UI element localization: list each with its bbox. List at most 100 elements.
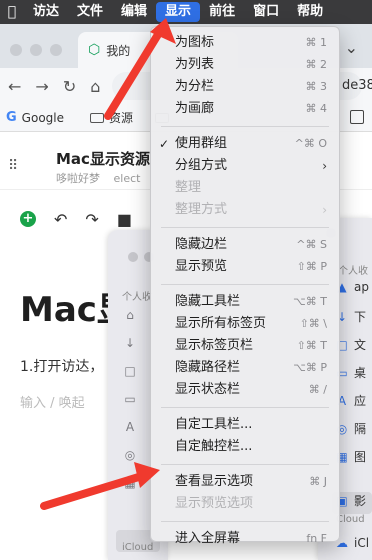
doc-paragraph: 1.打开访达， [20,359,104,375]
redo-icon[interactable]: ↷ [85,210,98,229]
menu-separator [161,284,329,285]
undo-icon[interactable]: ↶ [54,210,67,229]
view-menu-item: 整理 [151,177,339,199]
home-icon[interactable]: ⌂ [90,77,100,96]
format-painter-icon[interactable]: ■ [117,210,132,229]
folder-icon [90,112,104,123]
doc-meta: 哆啦好梦 elect [56,170,150,186]
menu-item-shortcut: ⌥⌘ T [293,295,327,308]
sidebar-item[interactable]: ◎ 隔 [336,420,366,437]
menu-separator [161,126,329,127]
doc-title: Mac显示资源 [56,150,150,168]
sidebar-item[interactable]: A 应 [336,392,366,409]
view-menu-dropdown: 为图标 ⌘ 1 为列表 ⌘ 2 为分栏 ⌘ 3 为画廊 ⌘ 4 ✓ 使用群组 ^⌘ O 分组方式 › 整理… [150,26,340,546]
apps-grid-icon[interactable]: ⠿ [8,158,18,174]
menu-separator [161,464,329,465]
menu-view[interactable]: 显示 [156,2,201,22]
home-folder-icon[interactable]: ⌂ [122,308,138,324]
airdrop-icon[interactable]: ◎ [122,448,138,464]
sidebar-section-label: 个人收 [122,292,152,303]
reload-icon[interactable]: ↻ [63,77,76,96]
view-menu-item: 整理方式 › [151,199,339,221]
menu-item-shortcut: ⌘ / [308,383,327,396]
sidebar-item[interactable]: ▦ 图 [336,448,366,465]
menu-separator [161,227,329,228]
menu-window[interactable]: 窗口 [244,0,288,24]
menu-item-label: 整理 [175,180,202,195]
tab-search-icon[interactable]: ⌄ [345,38,358,57]
menu-item-shortcut: ⌘ J [309,475,327,488]
view-menu-item[interactable]: 为图标 ⌘ 1 [151,32,339,54]
menu-item-shortcut: ⌘ 3 [305,80,328,93]
bookmark-resources[interactable]: 资源 [84,109,133,126]
view-menu-item[interactable]: 显示状态栏 ⌘ / [151,379,339,401]
bookmark-google[interactable]: G Google [0,110,64,125]
menu-go[interactable]: 前往 [200,0,244,24]
view-menu-item[interactable]: 隐藏边栏 ^⌘ S [151,234,339,256]
view-menu-item[interactable]: 自定工具栏... [151,414,339,436]
menu-finder[interactable]: 访达 [24,0,68,24]
minimize-window-button[interactable] [30,44,42,56]
view-menu-item[interactable]: 查看显示选项 ⌘ J [151,471,339,493]
reading-list-icon[interactable] [350,110,364,124]
sidebar-item[interactable]: □ 文 [336,336,366,353]
menu-item-label: 显示标签页栏 [175,338,254,353]
sidebar-item[interactable]: ▣ 影 [336,492,366,509]
menu-file[interactable]: 文件 [68,0,112,24]
sidebar-item-label: 文 [354,338,367,352]
sidebar-item-icloud[interactable]: ☁ iCl [336,536,369,550]
pictures-icon[interactable]: ▦ [122,476,138,492]
sidebar-item[interactable]: ▭ 桌 [336,364,366,381]
view-menu-item[interactable]: 隐藏路径栏 ⌥⌘ P [151,357,339,379]
menu-item-label: 自定触控栏... [175,439,253,454]
close-window-button[interactable] [128,252,138,262]
menu-item-shortcut: ⌥⌘ P [293,361,327,374]
back-icon[interactable]: ← [8,77,21,96]
insert-plus-button[interactable]: + [20,211,36,227]
view-menu-item[interactable]: 分组方式 › [151,155,339,177]
menu-item-label: 为画廊 [175,101,215,116]
view-menu-item[interactable]: 为分栏 ⌘ 3 [151,76,339,98]
view-menu-item[interactable]: 为列表 ⌘ 2 [151,54,339,76]
view-menu-item[interactable]: 自定触控栏... [151,436,339,458]
doc-input-placeholder[interactable]: 输入 / 唤起 [20,392,85,411]
menu-item-label: 使用群组 [175,136,228,151]
view-menu-item[interactable]: 隐藏工具栏 ⌥⌘ T [151,291,339,313]
apple-icon[interactable]:  [0,4,24,20]
menu-item-label: 整理方式 [175,202,228,217]
download-icon[interactable]: ↓ [122,336,138,352]
menu-item-shortcut: ⇧⌘ \ [299,317,327,330]
menu-item-label: 隐藏路径栏 [175,360,241,375]
view-menu-item[interactable]: 为画廊 ⌘ 4 [151,98,339,120]
desktop-icon[interactable]: ▭ [122,392,138,408]
view-menu-item[interactable]: 显示所有标签页 ⇧⌘ \ [151,313,339,335]
menu-item-label: 进入全屏幕 [175,531,241,546]
doc-meta-extra: elect [113,172,141,185]
url-text: de38s [342,78,372,93]
close-window-button[interactable] [10,44,22,56]
menu-item-label: 分组方式 [175,158,228,173]
sidebar-item[interactable]: ▲ ap [336,280,369,294]
zoom-window-button[interactable] [50,44,62,56]
submenu-chevron-icon: › [322,159,327,173]
view-menu-item: 显示预览选项 [151,493,339,515]
sidebar-section-icloud: iCloud [122,542,154,553]
menu-edit[interactable]: 编辑 [112,0,156,24]
document-icon[interactable]: □ [122,364,138,380]
view-menu-item[interactable]: 进入全屏幕 fn F [151,528,339,550]
sidebar-item-label: 隔 [354,422,367,436]
doc-author: 哆啦好梦 [56,172,100,185]
forward-icon[interactable]: → [35,77,48,96]
view-menu-item[interactable]: 显示预览 ⇧⌘ P [151,256,339,278]
view-menu-item[interactable]: 显示标签页栏 ⇧⌘ T [151,335,339,357]
menu-help[interactable]: 帮助 [288,0,332,24]
menu-item-label: 显示预览选项 [175,496,254,511]
checkmark-icon: ✓ [159,137,170,151]
sidebar-section-label: 个人收 [338,266,368,277]
sidebar-item[interactable]: ↓ 下 [336,308,366,325]
menu-item-label: 显示预览 [175,259,228,274]
menu-separator [161,521,329,522]
menu-item-shortcut: ⌘ 4 [305,102,328,115]
applications-icon[interactable]: A [122,420,138,436]
view-menu-item[interactable]: ✓ 使用群组 ^⌘ O [151,133,339,155]
